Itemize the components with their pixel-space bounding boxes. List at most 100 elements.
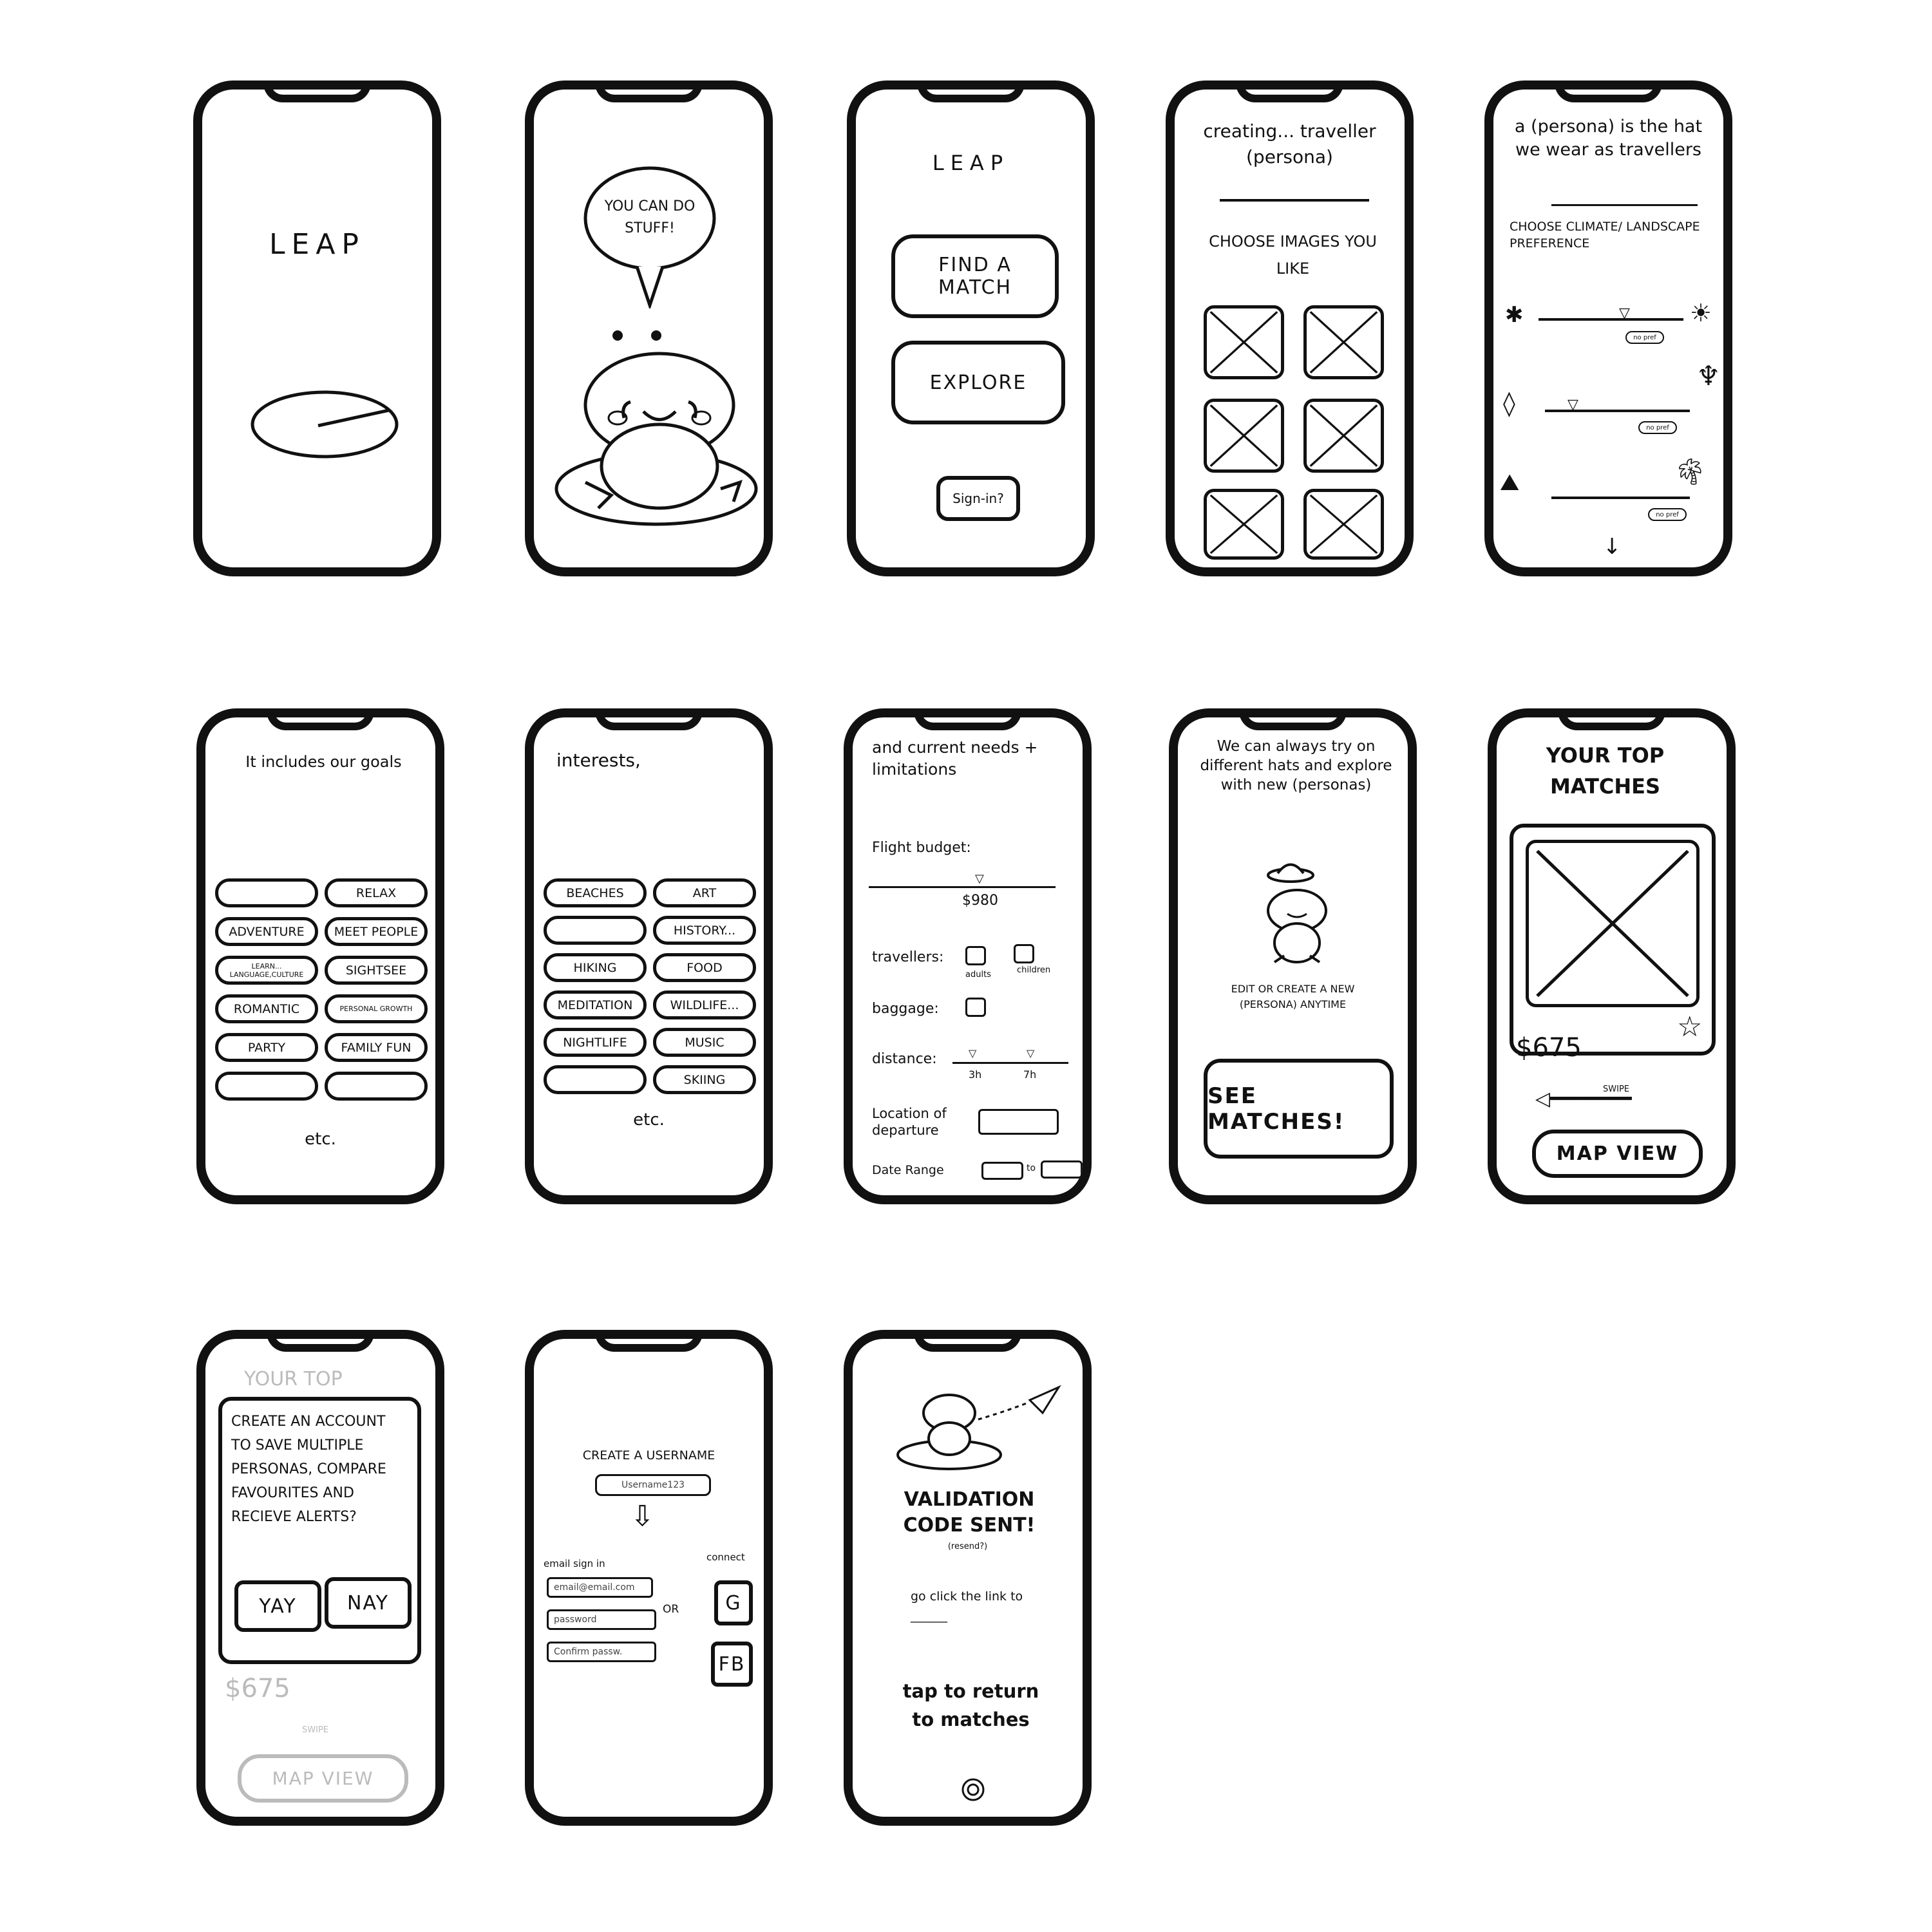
connect-label: connect: [706, 1551, 745, 1563]
edit-persona-note: EDIT OR CREATE A NEW (PERSONA) ANYTIME: [1231, 983, 1355, 1010]
slider-handle[interactable]: ▽: [1027, 1047, 1034, 1059]
facebook-button[interactable]: FB: [711, 1642, 753, 1687]
chip-skiing[interactable]: SKIING: [653, 1065, 756, 1094]
chip-beaches[interactable]: BEACHES: [544, 878, 647, 907]
chip-sightsee[interactable]: SIGHTSEE: [325, 956, 428, 985]
image-option[interactable]: [1204, 489, 1284, 560]
google-button[interactable]: G: [714, 1580, 753, 1625]
top-matches-title: YOUR TOP MATCHES: [1546, 743, 1665, 799]
distance-slider[interactable]: [952, 1062, 1068, 1064]
divider: [1551, 204, 1698, 206]
chip-empty[interactable]: [544, 1065, 647, 1094]
sign-in-button[interactable]: Sign-in?: [936, 476, 1020, 521]
chip-history[interactable]: HISTORY...: [653, 916, 756, 945]
wet-dry-slider[interactable]: [1545, 410, 1690, 412]
chip-meditation[interactable]: MEDITATION: [544, 990, 647, 1019]
slider-handle[interactable]: ▽: [975, 872, 984, 886]
frog-on-lily-pad-icon: [554, 330, 758, 526]
chip-romantic[interactable]: ROMANTIC: [215, 994, 318, 1023]
needs-title: and current needs + limitations: [872, 738, 1038, 779]
return-to-matches[interactable]: tap to return to matches: [898, 1677, 1044, 1734]
image-option[interactable]: [1303, 399, 1384, 473]
chip-hiking[interactable]: HIKING: [544, 953, 647, 982]
mountain-beach-slider[interactable]: [1551, 497, 1690, 499]
email-input[interactable]: email@email.com: [547, 1577, 653, 1598]
cactus-icon: ♆: [1696, 360, 1721, 392]
etc-label: etc.: [305, 1130, 336, 1149]
screen-goals: It includes our goals RELAX ADVENTURE MEET…: [196, 708, 444, 1204]
screen-validation: VALIDATION CODE SENT! (resend?) go click…: [844, 1330, 1092, 1826]
snow-icon: ✱: [1505, 302, 1524, 328]
no-pref-button[interactable]: no pref: [1638, 421, 1677, 434]
slider-handle[interactable]: ▽: [1619, 305, 1630, 321]
chip-family-fun[interactable]: FAMILY FUN: [325, 1033, 428, 1062]
screen-account-prompt: YOUR TOP CREATE AN ACCOUNT TO SAVE MULTI…: [196, 1330, 444, 1826]
travellers-label: travellers:: [872, 949, 944, 965]
sun-icon: ☀: [1690, 299, 1712, 327]
find-match-button[interactable]: FIND A MATCH: [891, 234, 1059, 318]
chip-relax[interactable]: RELAX: [325, 878, 428, 907]
screen-sign-up: CREATE A USERNAME Username123 ⇩ email si…: [525, 1330, 773, 1826]
no-pref-button[interactable]: no pref: [1625, 331, 1664, 344]
chip-personal-growth[interactable]: PERSONAL GROWTH: [325, 994, 428, 1023]
goals-title: It includes our goals: [245, 753, 402, 771]
chip-empty[interactable]: [325, 1072, 428, 1101]
image-option[interactable]: [1303, 489, 1384, 560]
slider-handle[interactable]: ▽: [1567, 397, 1578, 413]
chip-learn-language-culture[interactable]: LEARN... LANGUAGE,CULTURE: [215, 956, 318, 985]
nay-button[interactable]: NAY: [325, 1577, 412, 1629]
chip-adventure[interactable]: ADVENTURE: [215, 917, 318, 946]
screen-create-persona: creating... traveller (persona) CHOOSE I…: [1166, 80, 1414, 576]
username-input[interactable]: Username123: [595, 1474, 711, 1496]
location-input[interactable]: [978, 1109, 1059, 1135]
chip-music[interactable]: MUSIC: [653, 1028, 756, 1057]
baggage-label: baggage:: [872, 1001, 939, 1017]
match-price: $675: [1516, 1033, 1582, 1063]
no-pref-button[interactable]: no pref: [1648, 508, 1687, 521]
swipe-left-arrow-icon[interactable]: ◁━━━━━━━: [1535, 1088, 1632, 1110]
children-stepper[interactable]: [1014, 944, 1034, 963]
background-map-view: MAP VIEW: [238, 1754, 408, 1803]
adults-stepper[interactable]: [965, 946, 986, 965]
email-sign-in-label: email sign in: [544, 1558, 605, 1569]
image-option[interactable]: [1303, 305, 1384, 379]
mountain-icon: ⛰: [1500, 469, 1520, 496]
confirm-password-input[interactable]: Confirm passw.: [547, 1642, 656, 1662]
budget-slider[interactable]: [869, 886, 1056, 888]
star-icon[interactable]: ☆: [1677, 1010, 1702, 1043]
map-view-button[interactable]: MAP VIEW: [1532, 1130, 1703, 1178]
chip-food[interactable]: FOOD: [653, 953, 756, 982]
chip-party[interactable]: PARTY: [215, 1033, 318, 1062]
budget-value: $980: [962, 893, 998, 909]
slider-handle[interactable]: ▽: [969, 1047, 976, 1059]
yay-button[interactable]: YAY: [234, 1580, 321, 1632]
divider: [1220, 199, 1369, 202]
arrow-down-icon[interactable]: ↓: [1603, 534, 1622, 560]
chip-empty[interactable]: [215, 1072, 318, 1101]
date-from-input[interactable]: [981, 1162, 1023, 1180]
home-button-icon[interactable]: [960, 1777, 986, 1803]
or-label: OR: [663, 1603, 679, 1616]
chip-meet-people[interactable]: MEET PEOPLE: [325, 917, 428, 946]
chip-art[interactable]: ART: [653, 878, 756, 907]
image-option[interactable]: [1204, 399, 1284, 473]
password-input[interactable]: password: [547, 1609, 656, 1630]
chip-empty[interactable]: [215, 878, 318, 907]
persona-title: creating... traveller (persona): [1203, 120, 1376, 167]
distance-label: distance:: [872, 1051, 937, 1067]
frog-with-hat-icon: [1267, 863, 1327, 963]
date-to-input[interactable]: [1041, 1160, 1083, 1179]
persona-definition: a (persona) is the hat we wear as travel…: [1514, 117, 1703, 160]
chip-empty[interactable]: [544, 916, 647, 945]
chip-wildlife[interactable]: WILDLIFE...: [653, 990, 756, 1019]
choose-images-label: CHOOSE IMAGES YOU LIKE: [1209, 232, 1377, 278]
explore-button[interactable]: EXPLORE: [891, 341, 1065, 424]
see-matches-button[interactable]: SEE MATCHES!: [1204, 1059, 1394, 1159]
screen-interests: interests, BEACHES ART HISTORY... HIKING FOO…: [525, 708, 773, 1204]
resend-link[interactable]: (resend?): [853, 1542, 1083, 1551]
chip-nightlife[interactable]: NIGHTLIFE: [544, 1028, 647, 1057]
arrow-down-icon: ⇩: [630, 1500, 654, 1533]
baggage-stepper[interactable]: [965, 998, 986, 1017]
image-option[interactable]: [1204, 305, 1284, 379]
cold-hot-slider[interactable]: [1539, 318, 1683, 321]
